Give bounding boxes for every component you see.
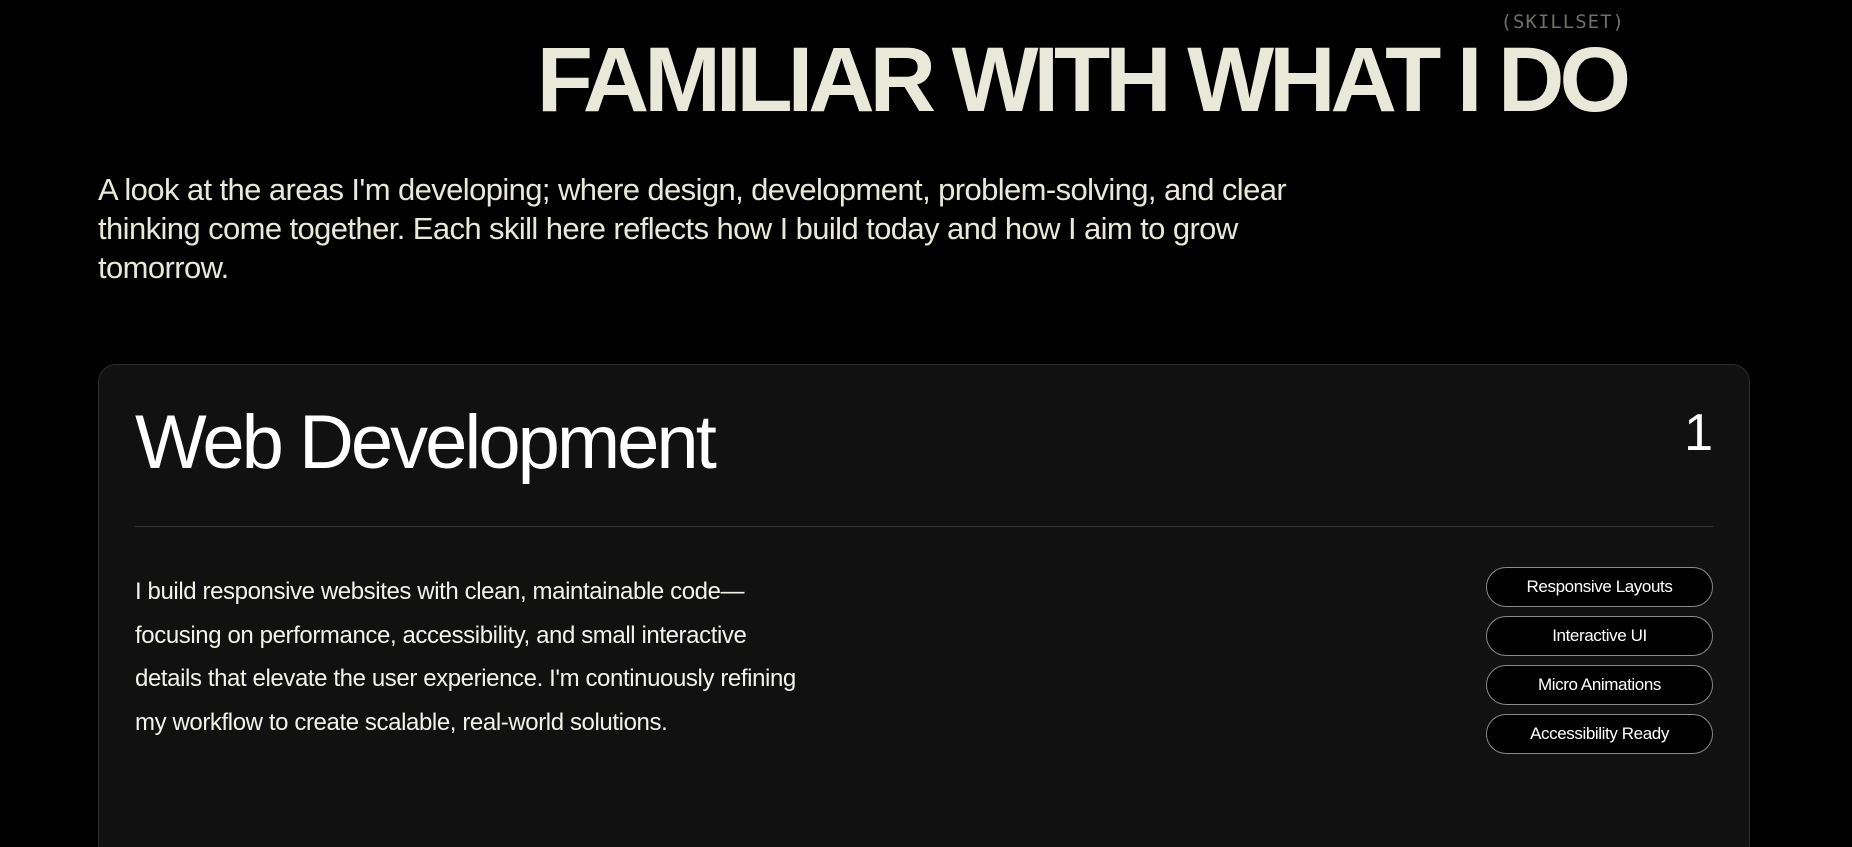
section-headline: FAMILIAR WITH WHAT I DO bbox=[536, 29, 1631, 131]
skill-card-index: 1 bbox=[1684, 404, 1713, 462]
section-intro: A look at the areas I'm developing; wher… bbox=[98, 172, 1287, 285]
skill-tag-list: Responsive Layouts Interactive UI Micro … bbox=[1486, 567, 1713, 754]
skill-card-description: I build responsive websites with clean, … bbox=[135, 578, 796, 736]
skill-tag-micro-animations: Micro Animations bbox=[1486, 665, 1713, 705]
skill-tag-interactive-ui: Interactive UI bbox=[1486, 616, 1713, 656]
skill-card-divider bbox=[135, 526, 1713, 527]
skill-tag-accessibility-ready: Accessibility Ready bbox=[1486, 714, 1713, 754]
skill-tag-responsive-layouts: Responsive Layouts bbox=[1486, 567, 1713, 607]
skill-card-title: Web Development bbox=[135, 400, 717, 485]
skill-card-web-development: Web Development 1 I build responsive web… bbox=[98, 364, 1750, 847]
